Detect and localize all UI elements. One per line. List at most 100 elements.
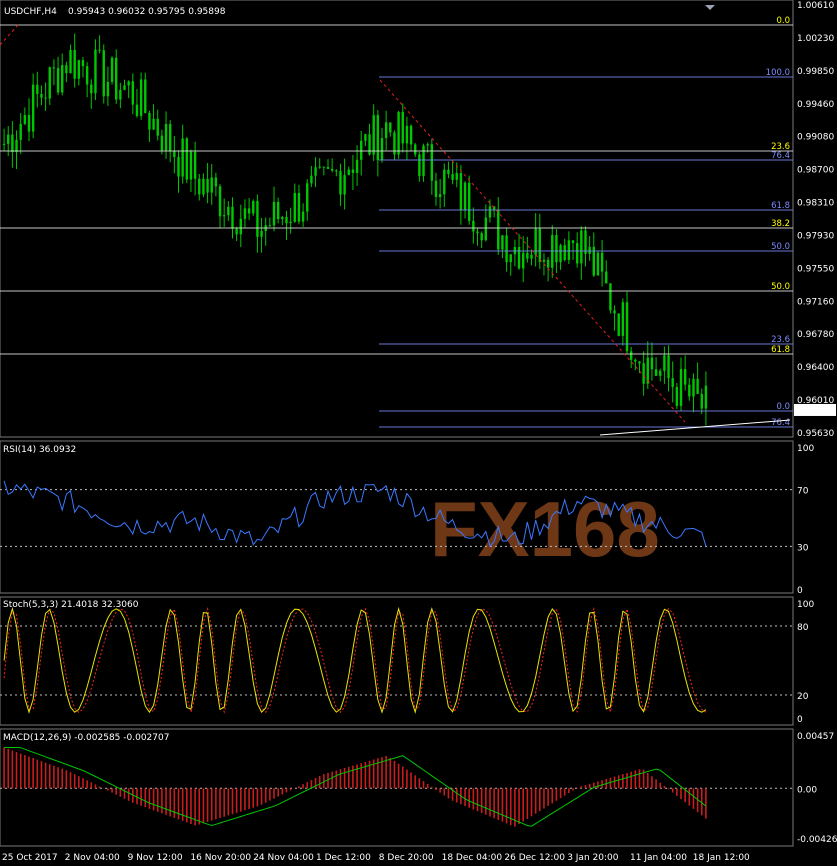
candle [77, 60, 81, 79]
candle [44, 97, 47, 99]
candle [193, 151, 197, 179]
candle [409, 125, 413, 145]
candle [418, 154, 421, 177]
candle [243, 208, 247, 219]
candle [81, 60, 85, 67]
candle [36, 84, 39, 95]
candle [434, 180, 438, 197]
macd-panel[interactable] [0, 728, 794, 847]
price-tick: 0.96400 [797, 363, 834, 373]
candle [600, 252, 604, 272]
candle [214, 177, 218, 187]
candle [575, 243, 579, 264]
fib-label: 50.0 [771, 282, 790, 292]
candle [605, 271, 608, 284]
candle [468, 182, 471, 221]
candle [247, 208, 251, 214]
fib-label: 61.8 [771, 201, 790, 211]
candle [401, 111, 404, 144]
candle [501, 235, 504, 250]
candle [438, 194, 442, 197]
candle [704, 385, 708, 409]
rsi-title: RSI(14) 36.0932 [3, 445, 76, 455]
macd-tick: 0.00457 [797, 732, 834, 742]
candle [497, 209, 500, 250]
candle [110, 57, 114, 82]
candle [351, 169, 355, 173]
candle [567, 240, 571, 260]
candle [31, 84, 35, 132]
candle [56, 68, 60, 93]
fib-label: 0.0 [776, 402, 790, 412]
candle [555, 235, 558, 263]
candle [189, 151, 193, 180]
candle [613, 310, 616, 314]
time-tick: 2 Nov 04:00 [65, 853, 120, 863]
candle [65, 65, 68, 74]
candle [2, 143, 6, 145]
candle [683, 369, 687, 385]
candle [521, 252, 525, 269]
candle [185, 138, 189, 180]
rsi-panel[interactable] [0, 440, 794, 594]
main-panel[interactable] [0, 0, 794, 438]
candle [94, 49, 97, 94]
time-tick: 3 Jan 20:00 [567, 853, 619, 863]
candle [596, 252, 600, 276]
time-tick: 9 Nov 12:00 [128, 853, 183, 863]
time-tick: 18 Jan 12:00 [693, 853, 750, 863]
candle [276, 201, 280, 220]
candle [609, 283, 612, 311]
candle [629, 351, 633, 360]
candle [156, 118, 159, 136]
fib-label: 100.0 [766, 68, 790, 78]
candle [227, 206, 230, 216]
macd-tick: 0.00 [797, 785, 817, 795]
candle [343, 175, 346, 195]
candle [15, 139, 18, 153]
candle [580, 230, 583, 264]
time-tick: 11 Jan 04:00 [630, 853, 687, 863]
candle [397, 111, 400, 155]
time-tick: 26 Dec 12:00 [504, 853, 565, 863]
candle [260, 230, 263, 237]
candle [364, 134, 367, 141]
candle [98, 49, 101, 51]
stoch-tick: 0 [797, 715, 803, 725]
candle [546, 259, 550, 268]
candle [330, 168, 334, 171]
candle [634, 359, 637, 362]
candle [23, 115, 27, 124]
candle [526, 252, 529, 259]
candle [102, 50, 105, 97]
fib-label: 0.0 [776, 16, 790, 26]
candle [675, 386, 679, 406]
candle [148, 112, 151, 130]
candle [168, 124, 172, 152]
candle [206, 178, 209, 193]
time-tick: 18 Dec 04:00 [442, 853, 503, 863]
candle [90, 84, 93, 94]
stoch-tick: 100 [797, 600, 814, 610]
candle [509, 254, 512, 263]
candle [376, 115, 380, 161]
candle [447, 169, 450, 175]
candle [231, 206, 234, 229]
candle [360, 140, 363, 160]
macd-tick: -0.00426 [797, 835, 837, 845]
candle [405, 125, 409, 144]
candle [584, 230, 587, 254]
candle [667, 355, 670, 379]
candle [127, 81, 130, 86]
chart-window[interactable]: FX168 0.0100.023.676.461.838.250.050.023… [0, 0, 837, 866]
candle [268, 225, 272, 227]
rsi-tick: 30 [797, 543, 809, 553]
candle [505, 235, 508, 263]
rsi-tick: 100 [797, 444, 814, 454]
candle [326, 167, 330, 169]
candle [368, 134, 371, 155]
candle [488, 206, 492, 218]
candle [430, 144, 434, 181]
price-tick: 0.97160 [797, 297, 834, 307]
ohlc-label: 0.95943 0.96032 0.95795 0.95898 [68, 7, 226, 17]
